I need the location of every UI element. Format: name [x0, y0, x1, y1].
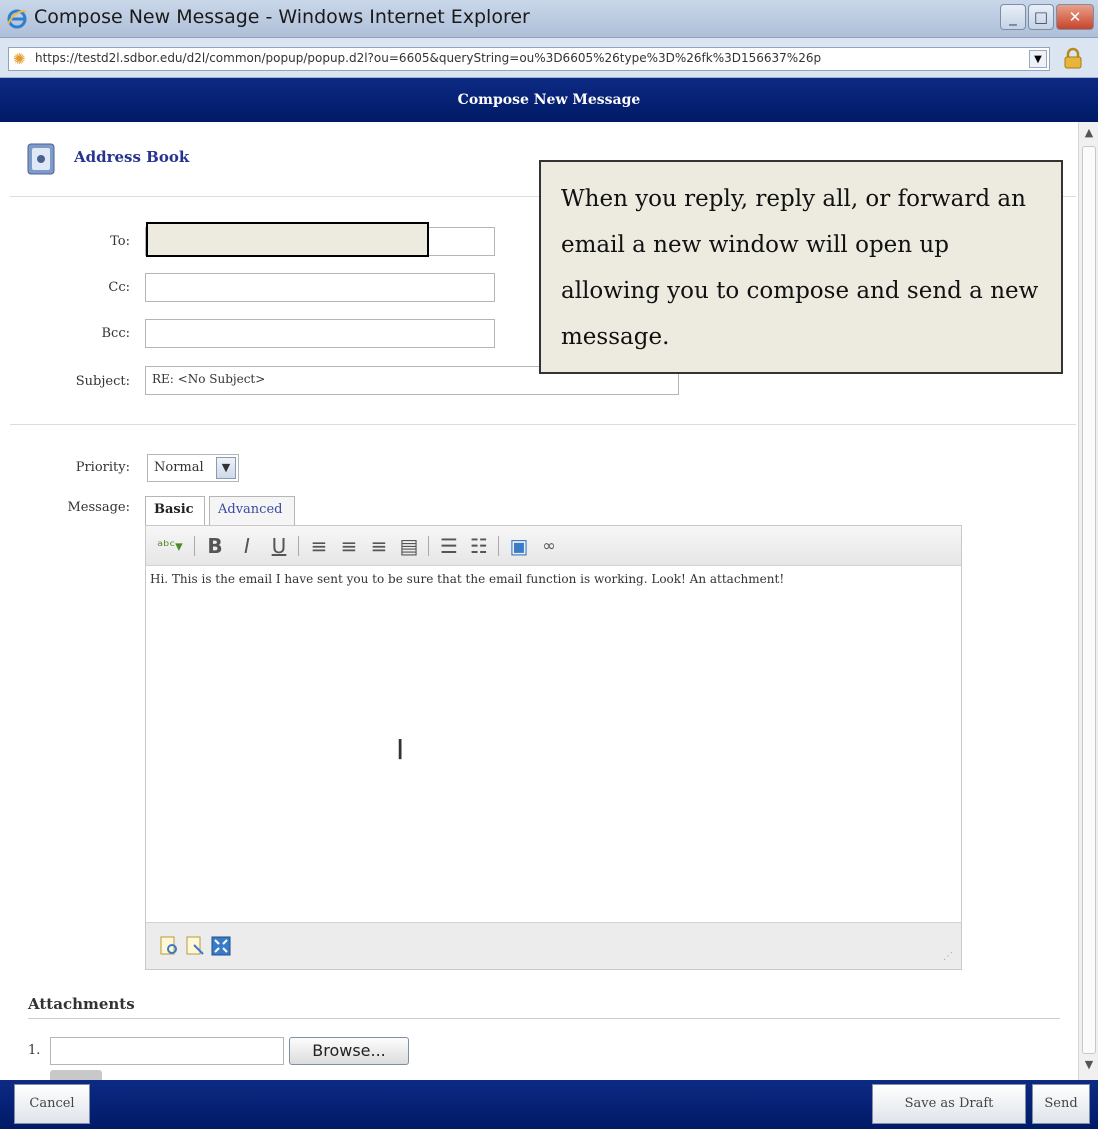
- url-field[interactable]: ✺ https://testd2l.sdbor.edu/d2l/common/p…: [8, 47, 1050, 71]
- divider: [10, 424, 1076, 425]
- underline-button[interactable]: U: [266, 534, 292, 558]
- italic-button[interactable]: I: [234, 534, 260, 558]
- divider: [28, 1018, 1060, 1019]
- toolbar-separator: [428, 536, 429, 556]
- lock-icon[interactable]: [1062, 47, 1084, 69]
- url-text: https://testd2l.sdbor.edu/d2l/common/pop…: [35, 51, 822, 65]
- scroll-down-icon[interactable]: ▼: [1081, 1058, 1097, 1076]
- align-center-icon[interactable]: ≡: [336, 534, 362, 558]
- bold-button[interactable]: B: [202, 534, 228, 558]
- instruction-callout: When you reply, reply all, or forward an…: [539, 160, 1063, 374]
- insert-link-icon[interactable]: ∞: [536, 534, 562, 558]
- editor-toolbar: ᵃᵇᶜ▾ B I U ≡ ≡ ≡ ▤ ☰ ☷ ▣ ∞: [146, 526, 961, 566]
- insert-image-icon[interactable]: ▣: [506, 534, 532, 558]
- preview-icon[interactable]: [158, 935, 180, 957]
- to-label: To:: [110, 234, 130, 249]
- message-editor: ᵃᵇᶜ▾ B I U ≡ ≡ ≡ ▤ ☰ ☷ ▣ ∞ Hi. This is t…: [145, 525, 962, 970]
- priority-value: Normal: [154, 460, 204, 475]
- window-title-bar: Compose New Message - Windows Internet E…: [0, 0, 1098, 38]
- find-icon[interactable]: [184, 935, 206, 957]
- text-cursor-icon: I: [396, 733, 405, 766]
- editor-bottom-bar: ⋰: [146, 922, 961, 969]
- priority-select[interactable]: Normal ▼: [147, 454, 239, 482]
- toolbar-separator: [298, 536, 299, 556]
- vertical-scrollbar[interactable]: ▲ ▼: [1078, 122, 1098, 1080]
- tab-basic[interactable]: Basic: [145, 496, 205, 526]
- attachment-number: 1.: [28, 1043, 41, 1058]
- to-field-redaction: [146, 222, 429, 257]
- attachment-file-field[interactable]: [50, 1037, 284, 1065]
- site-favicon-icon: ✺: [13, 50, 26, 68]
- message-label: Message:: [67, 500, 131, 515]
- message-body[interactable]: Hi. This is the email I have sent you to…: [146, 567, 961, 922]
- resize-grip-icon[interactable]: ⋰: [943, 951, 955, 963]
- priority-label: Priority:: [75, 460, 130, 475]
- scrollbar-thumb[interactable]: [1082, 146, 1096, 1054]
- spellcheck-icon[interactable]: ᵃᵇᶜ▾: [152, 534, 188, 558]
- compose-header: Compose New Message: [0, 78, 1098, 122]
- compose-form: Address Book To: Cc: Bcc: Subject: RE: <…: [10, 122, 1076, 1080]
- attachments-title: Attachments: [28, 995, 135, 1013]
- toolbar-separator: [498, 536, 499, 556]
- bullet-list-icon[interactable]: ☰: [436, 534, 462, 558]
- subject-label: Subject:: [75, 374, 130, 389]
- page-title: Compose New Message: [457, 92, 641, 108]
- align-right-icon[interactable]: ≡: [366, 534, 392, 558]
- internet-explorer-icon: [7, 9, 27, 29]
- address-book-label: Address Book: [74, 148, 190, 166]
- bcc-field[interactable]: [145, 319, 495, 348]
- align-left-icon[interactable]: ≡: [306, 534, 332, 558]
- scroll-up-icon[interactable]: ▲: [1081, 126, 1097, 144]
- tab-advanced[interactable]: Advanced: [209, 496, 295, 526]
- url-dropdown-button[interactable]: ▼: [1029, 50, 1047, 68]
- cc-label: Cc:: [108, 280, 130, 295]
- maximize-button[interactable]: □: [1028, 4, 1054, 30]
- add-attachment-control[interactable]: [50, 1070, 102, 1080]
- fullscreen-icon[interactable]: [210, 935, 232, 957]
- numbered-list-icon[interactable]: ☷: [466, 534, 492, 558]
- toolbar-separator: [194, 536, 195, 556]
- close-button[interactable]: ✕: [1056, 4, 1094, 30]
- compose-footer: Cancel Save as Draft Send: [0, 1080, 1098, 1129]
- save-draft-button[interactable]: Save as Draft: [872, 1084, 1026, 1124]
- bcc-label: Bcc:: [101, 326, 131, 341]
- send-button[interactable]: Send: [1032, 1084, 1090, 1124]
- address-book-icon: [27, 143, 55, 175]
- minimize-button[interactable]: _: [1000, 4, 1026, 30]
- chevron-down-icon[interactable]: ▼: [216, 457, 236, 479]
- browse-button[interactable]: Browse...: [289, 1037, 409, 1065]
- justify-icon[interactable]: ▤: [396, 534, 422, 558]
- cancel-button[interactable]: Cancel: [14, 1084, 90, 1124]
- cc-field[interactable]: [145, 273, 495, 302]
- address-bar: ✺ https://testd2l.sdbor.edu/d2l/common/p…: [0, 38, 1098, 78]
- window-title: Compose New Message - Windows Internet E…: [34, 6, 530, 28]
